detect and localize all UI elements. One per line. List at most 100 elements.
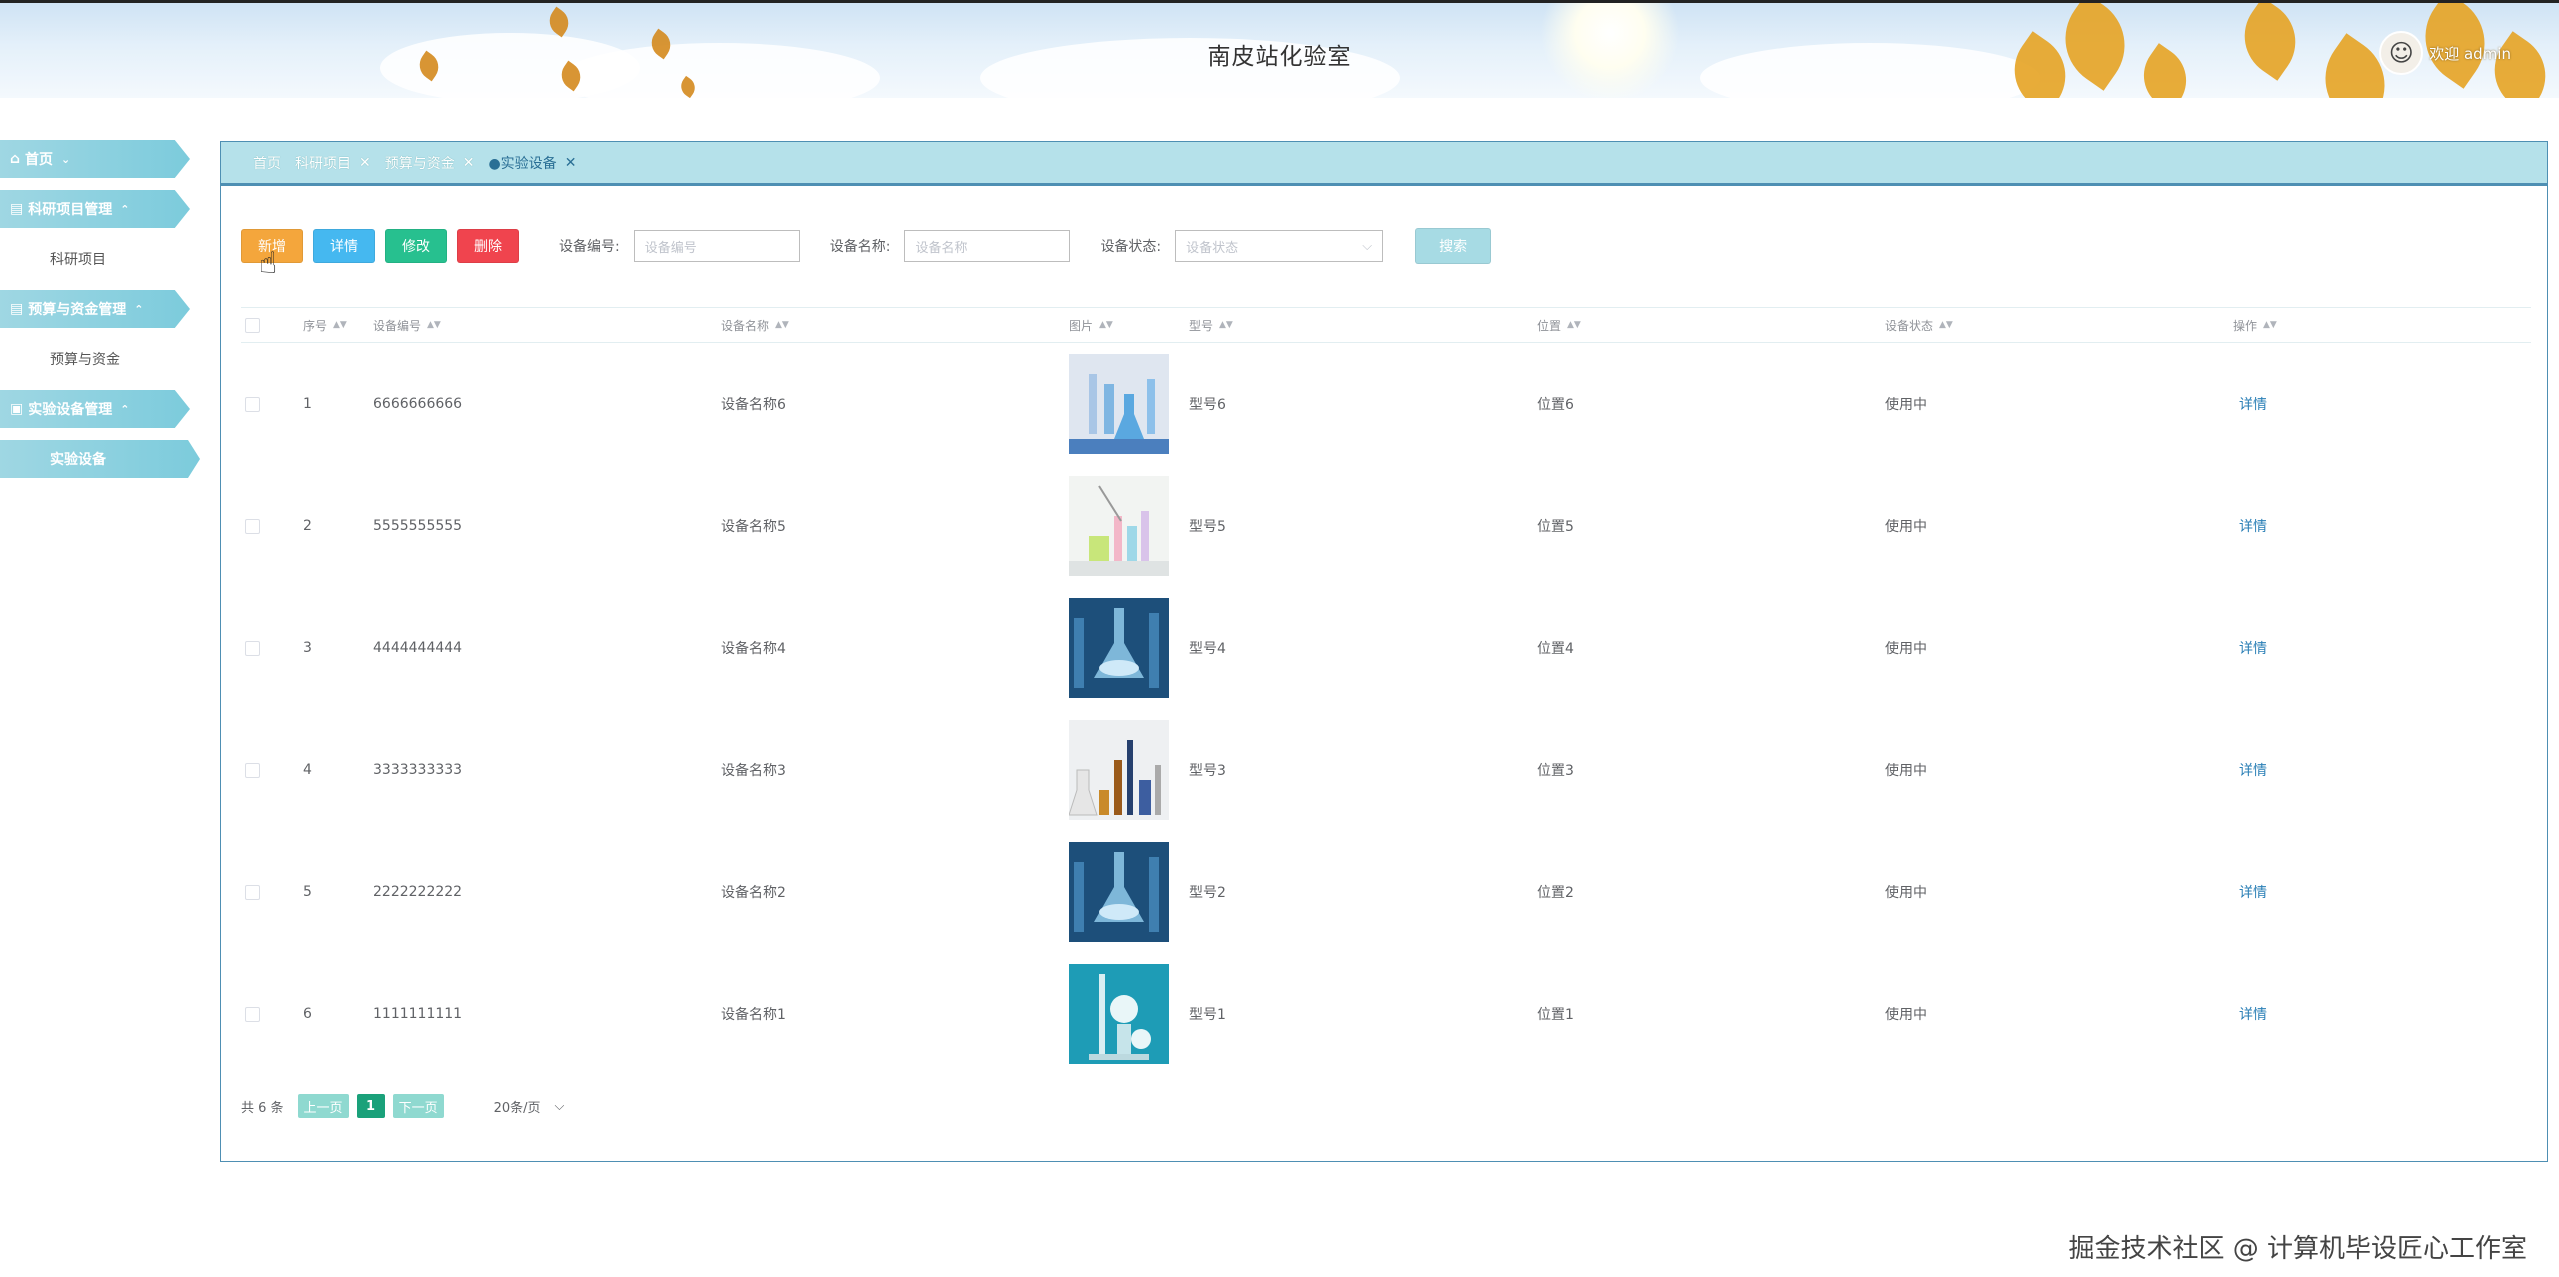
row-checkbox[interactable] xyxy=(245,884,260,900)
row-status: 使用中 xyxy=(1885,1007,1927,1023)
row-detail-link[interactable]: 详情 xyxy=(2239,709,2267,831)
row-detail-link[interactable]: 详情 xyxy=(2239,831,2267,953)
close-icon[interactable]: ✕ xyxy=(359,155,371,171)
sidebar-item-research-management[interactable]: ▤ 科研项目管理 ⌃ xyxy=(0,190,190,228)
user-menu[interactable]: ☺ 欢迎 admin xyxy=(2379,31,2511,75)
column-header-index[interactable]: 序号 ▲▼ xyxy=(303,308,347,342)
row-name: 设备名称2 xyxy=(721,885,786,901)
page-number-button[interactable]: 1 xyxy=(356,1094,385,1118)
column-header-image[interactable]: 图片 ▲▼ xyxy=(1069,308,1113,342)
sidebar-item-research-projects[interactable]: 科研项目 xyxy=(0,240,205,278)
detail-button[interactable]: 详情 xyxy=(313,229,375,263)
sort-icon: ▲▼ xyxy=(1567,320,1581,330)
tab-budget[interactable]: 预算与资金 ✕ xyxy=(385,153,475,173)
column-header-code[interactable]: 设备编号 ▲▼ xyxy=(373,308,441,342)
row-model: 型号6 xyxy=(1189,397,1226,413)
column-header-model[interactable]: 型号 ▲▼ xyxy=(1189,308,1233,342)
row-status: 使用中 xyxy=(1885,641,1927,657)
sidebar-item-budget[interactable]: 预算与资金 xyxy=(0,340,205,378)
row-detail-link[interactable]: 详情 xyxy=(2239,587,2267,709)
row-status: 使用中 xyxy=(1885,397,1927,413)
chevron-up-icon: ⌃ xyxy=(134,302,144,316)
close-icon[interactable]: ✕ xyxy=(463,155,475,171)
row-detail-link[interactable]: 详情 xyxy=(2239,953,2267,1075)
table-row[interactable]: 3 4444444444 设备名称4 型号4 位置4 使用中 详情 xyxy=(241,587,2531,709)
row-checkbox[interactable] xyxy=(245,762,260,778)
tab-label: 预算与资金 xyxy=(384,155,455,172)
tab-research-projects[interactable]: 科研项目 ✕ xyxy=(295,153,371,173)
sidebar-item-label: 实验设备管理 xyxy=(28,402,113,418)
table-row[interactable]: 4 3333333333 设备名称3 型号3 位置3 使用中 详情 xyxy=(241,709,2531,831)
row-name: 设备名称6 xyxy=(721,397,786,413)
tab-equipment[interactable]: ●实验设备 ✕ xyxy=(488,153,576,173)
toolbar: 新增 详情 修改 删除 设备编号: 设备编号 设备名称: 设备名称 设备状态: … xyxy=(241,228,1492,264)
row-model: 型号5 xyxy=(1189,519,1226,535)
column-header-status[interactable]: 设备状态 ▲▼ xyxy=(1885,308,1953,342)
next-page-button[interactable]: 下一页 xyxy=(392,1094,444,1118)
column-header-name[interactable]: 设备名称 ▲▼ xyxy=(721,308,789,342)
blue-flask-image xyxy=(1069,831,1169,953)
row-location: 位置1 xyxy=(1537,1007,1574,1023)
page-size-select[interactable]: 20条/页 ⌵ xyxy=(494,1097,565,1116)
prev-page-button[interactable]: 上一页 xyxy=(297,1094,349,1118)
row-detail-link[interactable]: 详情 xyxy=(2239,343,2267,465)
sidebar-item-home[interactable]: ⌂ 首页 ⌄ xyxy=(0,140,190,178)
sort-icon: ▲▼ xyxy=(333,320,347,330)
sidebar-item-label: 科研项目管理 xyxy=(28,202,113,218)
chevron-down-icon: ⌵ xyxy=(554,1098,565,1114)
sort-icon: ▲▼ xyxy=(1939,320,1953,330)
sort-icon: ▲▼ xyxy=(1099,320,1113,330)
sidebar-item-label: 预算与资金管理 xyxy=(28,302,127,318)
sidebar-item-equipment[interactable]: 实验设备 xyxy=(0,440,200,478)
tab-home[interactable]: 首页 xyxy=(253,153,281,173)
row-location: 位置4 xyxy=(1537,641,1574,657)
row-checkbox[interactable] xyxy=(245,518,260,534)
row-location: 位置5 xyxy=(1537,519,1574,535)
row-detail-link[interactable]: 详情 xyxy=(2239,465,2267,587)
equipment-name-label: 设备名称: xyxy=(829,239,891,255)
table-row[interactable]: 1 6666666666 设备名称6 型号6 位置6 使用中 详情 xyxy=(241,343,2531,465)
app-title: 南皮站化验室 xyxy=(1207,44,1352,70)
hand-cursor-icon: ☝ xyxy=(259,246,278,281)
column-header-location[interactable]: 位置 ▲▼ xyxy=(1537,308,1581,342)
delete-button[interactable]: 删除 xyxy=(457,229,519,263)
equipment-code-input[interactable]: 设备编号 xyxy=(633,230,800,262)
sidebar-item-equipment-management[interactable]: ▣ 实验设备管理 ⌃ xyxy=(0,390,190,428)
row-code: 4444444444 xyxy=(373,640,463,656)
lab-glassware-image xyxy=(1069,343,1169,465)
column-header-action[interactable]: 操作 ▲▼ xyxy=(2233,308,2277,342)
chevron-down-icon: ⌄ xyxy=(61,152,71,166)
table-row[interactable]: 5 2222222222 设备名称2 型号2 位置2 使用中 详情 xyxy=(241,831,2531,953)
row-code: 3333333333 xyxy=(373,762,463,778)
row-code: 6666666666 xyxy=(373,396,463,412)
select-placeholder: 设备状态 xyxy=(1186,240,1239,256)
row-index: 6 xyxy=(303,1006,312,1022)
row-name: 设备名称4 xyxy=(721,641,786,657)
sidebar-item-budget-management[interactable]: ▤ 预算与资金管理 ⌃ xyxy=(0,290,190,328)
table-header: 序号 ▲▼ 设备编号 ▲▼ 设备名称 ▲▼ 图片 ▲▼ 型号 ▲▼ 位置 ▲▼ 设备状态 ▲▼… xyxy=(241,307,2531,343)
avatar[interactable]: ☺ xyxy=(2379,31,2424,75)
chevron-up-icon: ⌃ xyxy=(120,202,130,216)
chevron-down-icon: ⌵ xyxy=(1362,238,1373,254)
search-button[interactable]: 搜索 xyxy=(1415,228,1492,264)
row-checkbox[interactable] xyxy=(245,1006,260,1022)
row-checkbox[interactable] xyxy=(245,396,260,412)
equipment-name-input[interactable]: 设备名称 xyxy=(904,230,1071,262)
row-model: 型号3 xyxy=(1189,763,1226,779)
home-icon: ⌂ xyxy=(10,151,21,167)
row-status: 使用中 xyxy=(1885,763,1927,779)
close-icon[interactable]: ✕ xyxy=(565,155,577,171)
chevron-up-icon: ⌃ xyxy=(120,402,130,416)
row-code: 1111111111 xyxy=(373,1006,463,1022)
row-name: 设备名称1 xyxy=(721,1007,786,1023)
edit-button[interactable]: 修改 xyxy=(385,229,447,263)
sort-icon: ▲▼ xyxy=(775,320,789,330)
row-checkbox[interactable] xyxy=(245,640,260,656)
row-index: 1 xyxy=(303,396,312,412)
table-row[interactable]: 6 1111111111 设备名称1 型号1 位置1 使用中 详情 xyxy=(241,953,2531,1075)
row-model: 型号1 xyxy=(1189,1007,1226,1023)
row-code: 2222222222 xyxy=(373,884,463,900)
table-row[interactable]: 2 5555555555 设备名称5 型号5 位置5 使用中 详情 xyxy=(241,465,2531,587)
equipment-status-select[interactable]: 设备状态 ⌵ xyxy=(1175,230,1384,262)
select-all-checkbox[interactable] xyxy=(245,317,260,333)
